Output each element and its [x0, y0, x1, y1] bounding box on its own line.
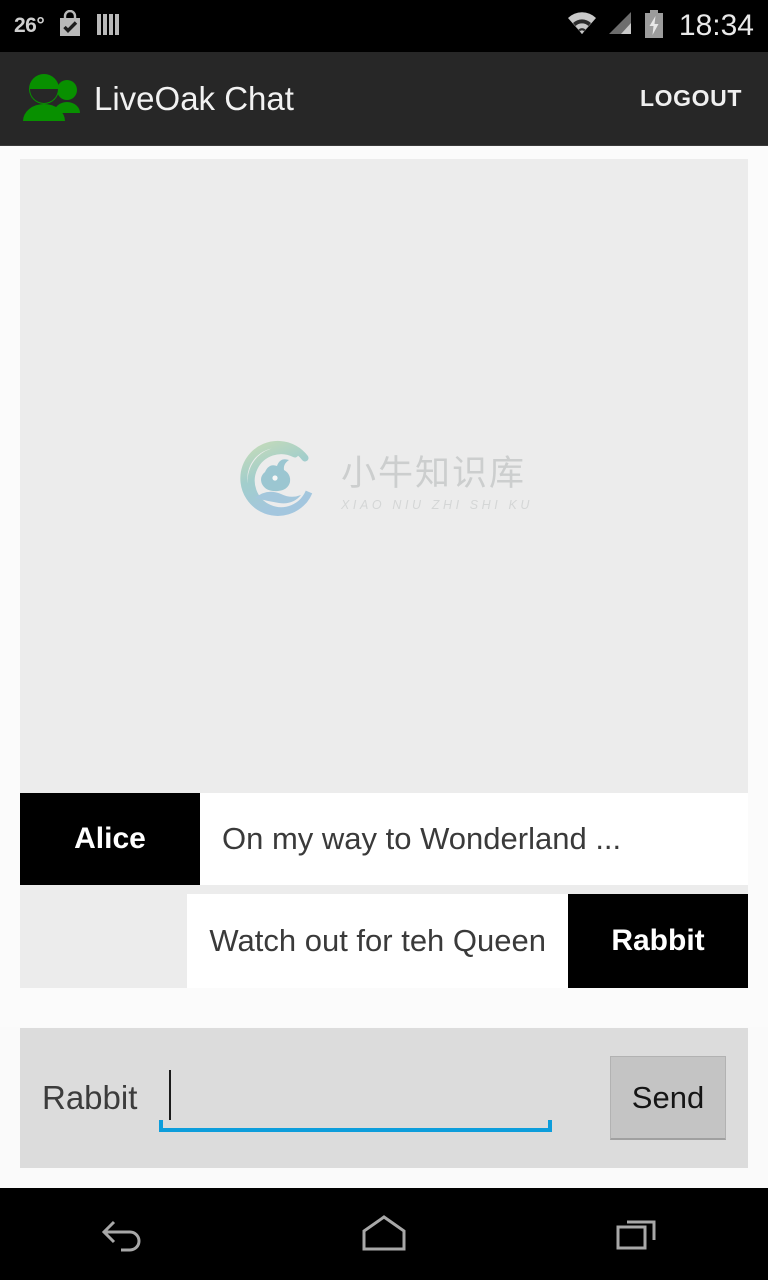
- chat-content-area: 小牛知识库 XIAO NIU ZHI SHI KU Alice On my wa…: [0, 147, 768, 1027]
- people-group-icon: [22, 73, 80, 125]
- message-author: Alice: [20, 793, 200, 885]
- message-text: Watch out for teh Queen: [187, 894, 568, 988]
- table-row[interactable]: Alice On my way to Wonderland ...: [20, 793, 748, 885]
- status-bar: 26° 18:34: [0, 0, 768, 52]
- message-author: Rabbit: [568, 894, 748, 988]
- message-field-wrapper[interactable]: [159, 1064, 586, 1132]
- send-button[interactable]: Send: [610, 1056, 726, 1140]
- message-input-bar: Rabbit Send: [20, 1028, 748, 1168]
- status-bar-right: 18:34: [565, 9, 754, 44]
- phone-screen: 26° 18:34 LiveOak Chat LOGOUT 小牛知识库 XIAO…: [0, 0, 768, 1280]
- recents-icon[interactable]: [580, 1199, 700, 1269]
- home-icon[interactable]: [324, 1199, 444, 1269]
- messages-container: Alice On my way to Wonderland ... Watch …: [20, 793, 748, 988]
- back-arrow-icon[interactable]: [68, 1199, 188, 1269]
- temperature-indicator: 26°: [14, 14, 45, 37]
- app-bar: LiveOak Chat LOGOUT: [0, 52, 768, 146]
- cell-signal-icon: [607, 10, 635, 43]
- text-caret: [169, 1070, 172, 1120]
- watermark-pinyin: XIAO NIU ZHI SHI KU: [340, 497, 534, 512]
- status-bar-left: 26°: [14, 9, 120, 43]
- android-nav-bar: [0, 1188, 768, 1280]
- battery-charging-icon: [643, 9, 665, 44]
- table-row[interactable]: Watch out for teh Queen Rabbit: [20, 894, 748, 988]
- message-list[interactable]: 小牛知识库 XIAO NIU ZHI SHI KU Alice On my wa…: [20, 159, 748, 988]
- watermark: 小牛知识库 XIAO NIU ZHI SHI KU: [20, 159, 748, 809]
- app-title: LiveOak Chat: [94, 79, 294, 117]
- message-text: On my way to Wonderland ...: [200, 793, 748, 885]
- current-username-label: Rabbit: [42, 1079, 138, 1116]
- field-underline: [159, 1120, 552, 1132]
- status-clock: 18:34: [678, 9, 754, 42]
- play-store-bag-icon: [57, 9, 83, 43]
- watermark-text: 小牛知识库 XIAO NIU ZHI SHI KU: [340, 454, 534, 512]
- message-input[interactable]: [159, 1068, 586, 1128]
- logout-button[interactable]: LOGOUT: [636, 77, 746, 120]
- bars-icon: [96, 10, 120, 43]
- wifi-icon: [565, 10, 599, 43]
- ox-circle-logo-icon: [235, 438, 323, 531]
- watermark-chinese: 小牛知识库: [340, 454, 526, 494]
